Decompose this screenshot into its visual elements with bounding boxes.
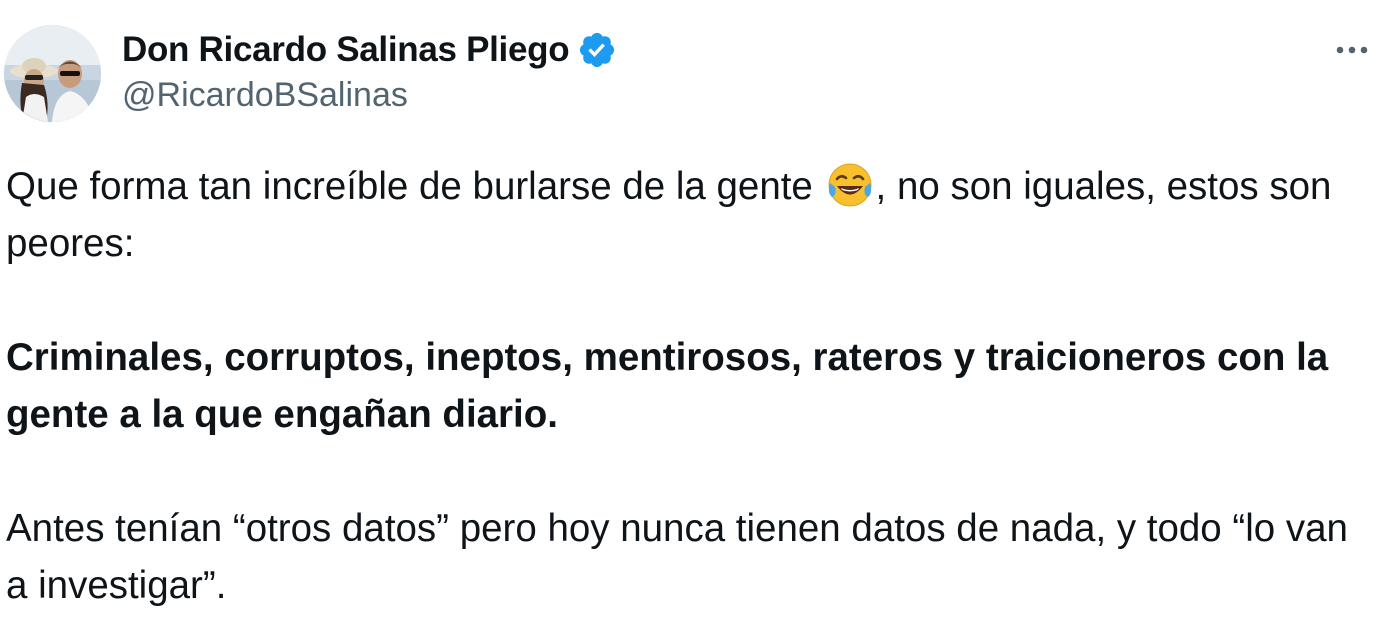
tweet-paragraph-2: Criminales, corruptos, ineptos, mentiros…	[6, 336, 1329, 436]
author-handle[interactable]: @RicardoBSalinas	[122, 76, 408, 115]
verified-badge-icon	[577, 30, 617, 70]
face-with-tears-of-joy-icon	[826, 161, 874, 209]
tweet-text: Que forma tan increíble de burlarse de l…	[6, 158, 1374, 614]
more-horizontal-icon	[1336, 46, 1368, 54]
author-display-name[interactable]: Don Ricardo Salinas Pliego	[122, 30, 570, 70]
author-name-row: Don Ricardo Salinas Pliego	[122, 28, 617, 72]
tweet-paragraph-3: Antes tenían “otros datos” pero hoy nunc…	[6, 507, 1348, 607]
avatar[interactable]	[4, 25, 101, 122]
profile-photo-avatar	[4, 25, 101, 122]
more-options-button[interactable]	[1330, 32, 1374, 68]
tweet-paragraph-1: Que forma tan increíble de burlarse de l…	[6, 158, 1374, 272]
tweet-card: Don Ricardo Salinas Pliego @RicardoBSali…	[0, 0, 1378, 620]
tweet-text-segment: Que forma tan increíble de burlarse de l…	[6, 165, 824, 208]
